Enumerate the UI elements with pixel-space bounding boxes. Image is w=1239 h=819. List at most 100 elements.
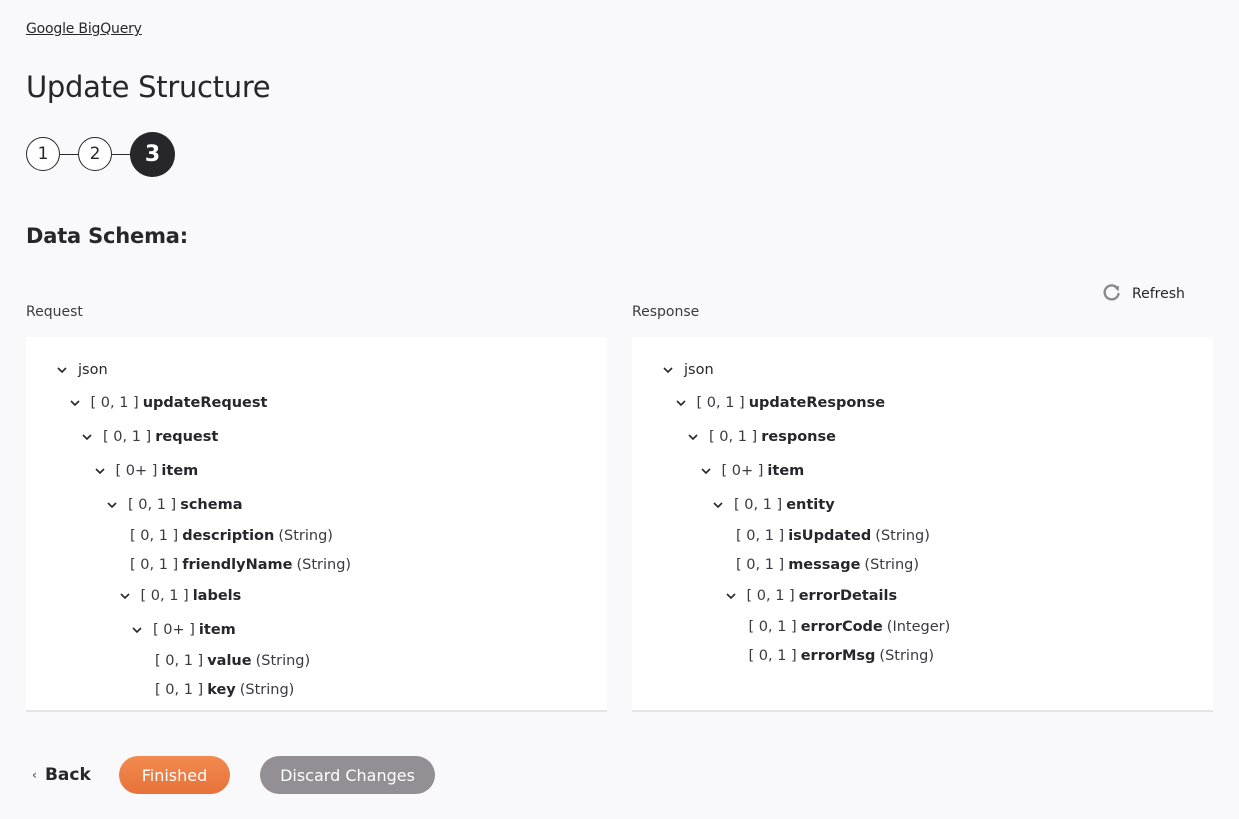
node-name: json — [684, 362, 714, 378]
node-name: friendlyName — [182, 557, 293, 573]
chevron-down-icon[interactable] — [662, 366, 676, 374]
chevron-down-icon[interactable] — [131, 626, 145, 634]
cardinality: [ 0+ ] — [153, 622, 195, 638]
chevron-left-icon: ‹ — [32, 768, 37, 782]
node-name: item — [161, 463, 199, 479]
node-name: message — [788, 557, 861, 573]
node-name: updateRequest — [142, 395, 268, 411]
cardinality: [ 0, 1 ] — [128, 497, 177, 513]
cardinality: [ 0, 1 ] — [734, 497, 783, 513]
chevron-down-icon[interactable] — [119, 592, 133, 600]
cardinality: [ 0, 1 ] — [748, 648, 797, 664]
node-name: labels — [192, 588, 242, 604]
back-label: Back — [44, 765, 91, 785]
node-name: errorDetails — [798, 588, 898, 604]
node-type: (String) — [864, 557, 919, 573]
footer: ‹ Back Finished Discard Changes — [26, 756, 435, 794]
tree-node[interactable]: [ 0, 1 ] request — [81, 427, 218, 447]
node-name: response — [761, 429, 836, 445]
cardinality: [ 0, 1 ] — [130, 528, 179, 544]
breadcrumb-link[interactable]: Google BigQuery — [26, 21, 142, 37]
node-name: item — [198, 622, 236, 638]
cardinality: [ 0, 1 ] — [90, 395, 139, 411]
tree-node[interactable]: [ 0+ ] item — [700, 461, 805, 481]
cardinality: [ 0, 1 ] — [155, 653, 204, 669]
tree-node[interactable]: [ 0, 1 ] errorCode (Integer) — [749, 617, 951, 637]
refresh-label: Refresh — [1132, 286, 1185, 302]
cardinality: [ 0+ ] — [721, 463, 764, 479]
node-name: errorCode — [800, 619, 883, 635]
tree-node[interactable]: json — [56, 360, 108, 380]
request-label: Request — [26, 304, 83, 320]
tree-node[interactable]: [ 0, 1 ] schema — [106, 495, 242, 515]
step-2[interactable]: 2 — [78, 137, 112, 171]
tree-node[interactable]: [ 0, 1 ] value (String) — [155, 651, 310, 671]
section-title: Data Schema: — [26, 224, 188, 248]
chevron-down-icon[interactable] — [94, 467, 108, 475]
tree-node[interactable]: [ 0, 1 ] key (String) — [155, 680, 294, 700]
node-name: key — [207, 682, 236, 698]
tree-node[interactable]: [ 0, 1 ] message (String) — [736, 555, 919, 575]
refresh-icon — [1102, 282, 1122, 306]
node-name: entity — [786, 497, 835, 513]
tree-node[interactable]: [ 0, 1 ] response — [687, 427, 836, 447]
node-name: item — [767, 463, 805, 479]
node-type: (String) — [875, 528, 930, 544]
response-label: Response — [632, 304, 700, 320]
node-type: (Integer) — [886, 619, 951, 635]
tree-node[interactable]: [ 0, 1 ] updateRequest — [69, 393, 268, 413]
node-type: (String) — [278, 528, 333, 544]
chevron-down-icon[interactable] — [712, 501, 726, 509]
chevron-down-icon[interactable] — [700, 467, 714, 475]
cardinality: [ 0+ ] — [115, 463, 158, 479]
tree-node[interactable]: [ 0, 1 ] labels — [119, 586, 242, 606]
cardinality: [ 0, 1 ] — [140, 588, 189, 604]
cardinality: [ 0, 1 ] — [709, 429, 758, 445]
step-connector — [112, 153, 130, 155]
node-name: request — [155, 429, 219, 445]
tree-node[interactable]: [ 0, 1 ] isUpdated (String) — [736, 526, 930, 546]
chevron-down-icon[interactable] — [687, 433, 701, 441]
chevron-down-icon[interactable] — [106, 501, 120, 509]
node-name: schema — [180, 497, 243, 513]
chevron-down-icon[interactable] — [69, 399, 83, 407]
tree-node[interactable]: [ 0, 1 ] entity — [712, 495, 835, 515]
stepper: 1 2 3 — [26, 131, 175, 177]
node-type: (String) — [296, 557, 352, 573]
chevron-down-icon[interactable] — [725, 592, 739, 600]
node-type: (String) — [239, 682, 295, 698]
tree-node[interactable]: [ 0+ ] item — [131, 620, 236, 640]
cardinality: [ 0, 1 ] — [155, 682, 204, 698]
tree-node[interactable]: [ 0, 1 ] updateResponse — [675, 393, 886, 413]
node-name: updateResponse — [748, 395, 886, 411]
tree-node[interactable]: [ 0, 1 ] description (String) — [130, 526, 333, 546]
cardinality: [ 0, 1 ] — [746, 588, 795, 604]
step-1[interactable]: 1 — [26, 137, 60, 171]
cardinality: [ 0, 1 ] — [736, 528, 785, 544]
response-schema-panel: json[ 0, 1 ] updateResponse[ 0, 1 ] respon… — [632, 337, 1213, 712]
finished-button[interactable]: Finished — [119, 756, 230, 794]
step-connector — [60, 153, 78, 155]
node-type: (String) — [879, 648, 934, 664]
request-schema-panel: json[ 0, 1 ] updateRequest[ 0, 1 ] request… — [26, 337, 607, 712]
node-type: (String) — [255, 653, 311, 669]
refresh-button[interactable]: Refresh — [1102, 282, 1185, 306]
discard-changes-button[interactable]: Discard Changes — [260, 756, 435, 794]
tree-node[interactable]: [ 0, 1 ] errorDetails — [725, 586, 898, 606]
chevron-down-icon[interactable] — [81, 433, 95, 441]
back-button[interactable]: ‹ Back — [32, 765, 91, 785]
chevron-down-icon[interactable] — [675, 399, 689, 407]
page-title: Update Structure — [26, 70, 271, 104]
tree-node[interactable]: [ 0+ ] item — [94, 461, 199, 481]
chevron-down-icon[interactable] — [56, 366, 70, 374]
cardinality: [ 0, 1 ] — [696, 395, 745, 411]
node-name: isUpdated — [788, 528, 872, 544]
step-3-active[interactable]: 3 — [130, 131, 175, 177]
tree-node[interactable]: json — [662, 360, 714, 380]
cardinality: [ 0, 1 ] — [130, 557, 179, 573]
node-name: value — [207, 653, 252, 669]
node-name: errorMsg — [800, 648, 876, 664]
node-name: json — [78, 362, 108, 378]
tree-node[interactable]: [ 0, 1 ] errorMsg (String) — [749, 646, 935, 666]
tree-node[interactable]: [ 0, 1 ] friendlyName (String) — [130, 555, 351, 575]
